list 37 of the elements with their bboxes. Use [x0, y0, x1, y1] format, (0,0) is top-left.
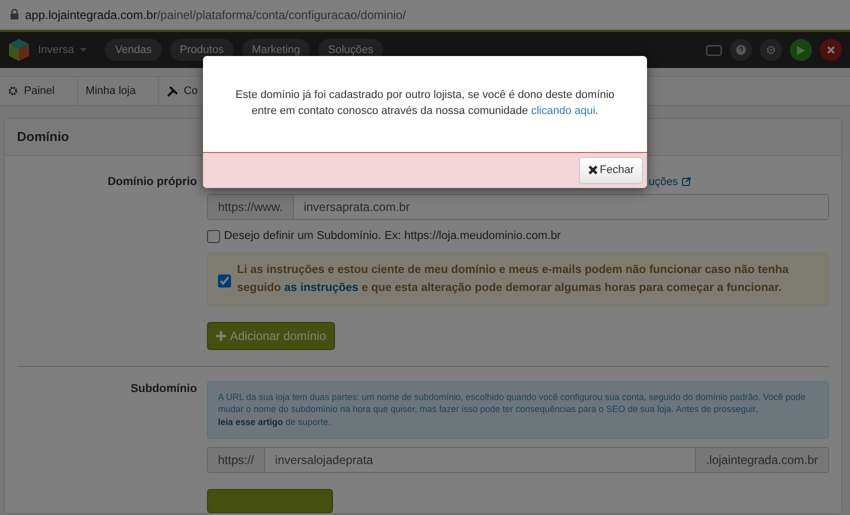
instructions-link[interactable]: uções — [648, 174, 691, 190]
domain-input-group[interactable]: https://www. inversaprata.com.br — [207, 194, 829, 220]
field-label: Domínio próprio — [106, 174, 198, 190]
breadcrumb-link[interactable]: Painel — [0, 77, 78, 105]
article-link[interactable]: leia esse artigo — [218, 416, 284, 427]
lock-icon — [10, 9, 19, 20]
store-name[interactable]: Inversa — [38, 42, 74, 58]
tools-icon — [166, 86, 178, 96]
settings-icon[interactable] — [760, 39, 782, 61]
info-text: A URL da sua loja tem duas partes: um nome de subdomínio, escolhido quando você configurou sua conta, seguido do domínio padrão. Você pode mudar o nome do subdomínio na hora que quiser, mas fazer isso pode ter consequências para o SEO de sua loja. Antes de prosseguir, leia esse artigo de suporte. — [207, 380, 829, 439]
close-icon — [588, 165, 598, 176]
input-prefix: https:// — [208, 448, 266, 472]
checkbox-label: Desejo definir um Subdomínio. Ex: https://loja.meudominio.com.br — [224, 229, 561, 244]
modal-message: Este domínio já foi cadastrado por outro lojista, se você é dono deste domínio entre em contato conosco através da nossa comunidade clicando aqui. — [234, 88, 616, 119]
play-icon[interactable] — [790, 39, 812, 61]
input-prefix: https://www. — [208, 195, 294, 219]
menu-button[interactable]: Produtos — [170, 38, 234, 62]
close-icon[interactable] — [820, 39, 842, 61]
menu-button[interactable]: Vendas — [105, 38, 162, 62]
breadcrumb-link[interactable]: Minha loja — [78, 77, 159, 105]
instructions-link[interactable]: as instruções — [284, 282, 358, 294]
monitor-icon[interactable] — [706, 44, 722, 56]
input-suffix: .lojaintegrada.com.br — [694, 448, 828, 472]
caret-icon[interactable] — [80, 48, 88, 52]
help-icon[interactable] — [730, 39, 752, 61]
gear-icon — [8, 86, 18, 96]
cube-logo-icon — [8, 38, 30, 62]
button[interactable] — [207, 488, 333, 513]
add-domain-button[interactable]: Adicionar domínio — [207, 322, 336, 350]
field-label: Subdomínio — [130, 382, 198, 397]
plus-icon — [216, 330, 226, 341]
acknowledge-text: Li as instruções e estou ciente de meu domínio e meus e-mails podem não funcionar caso não tenha seguido as instruções e que esta alteração pode demorar algumas horas para começar a funcionar. — [237, 263, 790, 296]
checkbox[interactable] — [207, 230, 220, 244]
external-link-icon[interactable] — [682, 177, 691, 186]
community-link[interactable]: clicando aqui — [531, 105, 596, 117]
subdomain-input-group[interactable]: https:// inversalojadeprata .lojaintegrada.com.br — [207, 446, 829, 473]
close-button[interactable]: Fechar — [578, 157, 643, 184]
